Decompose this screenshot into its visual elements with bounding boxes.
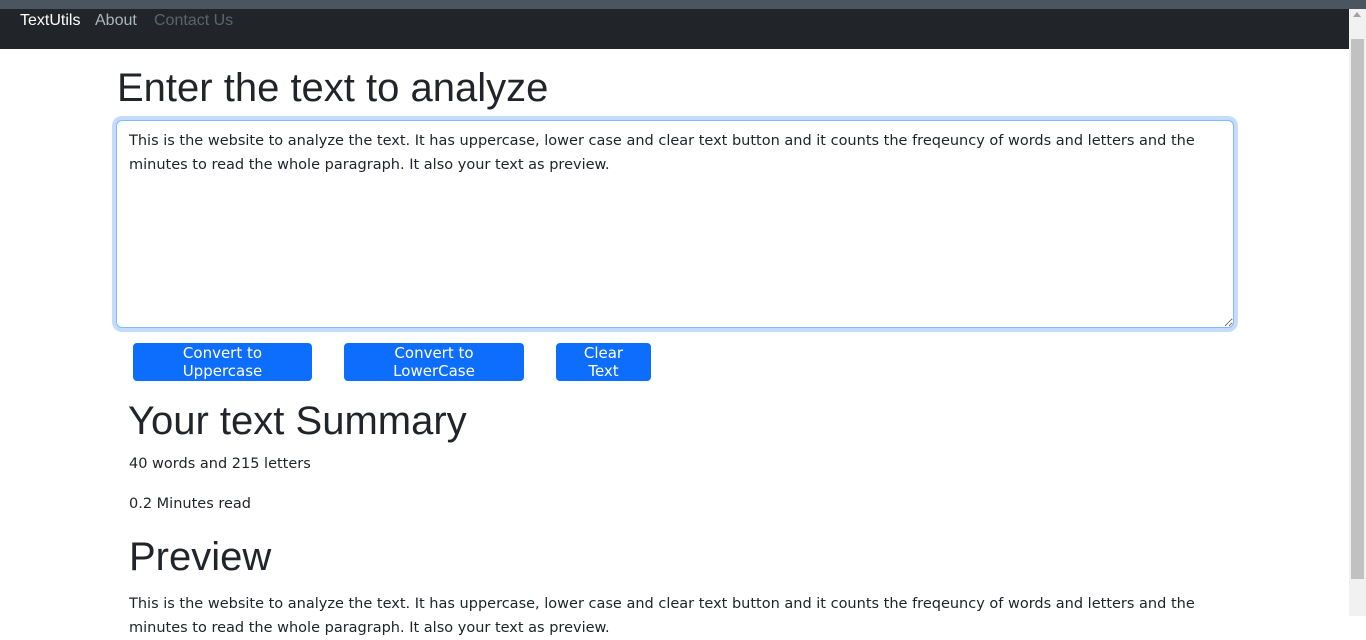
scroll-up-arrow-icon[interactable] [1353,12,1361,17]
clear-text-button[interactable]: Clear Text [556,343,651,381]
navbar-brand[interactable]: TextUtils [20,12,80,30]
convert-lowercase-button[interactable]: Convert to LowerCase [344,343,524,381]
scrollbar-thumb[interactable] [1351,39,1364,579]
page-scrollbar[interactable] [1349,9,1366,616]
text-input-area[interactable] [116,120,1234,328]
nav-link-contact[interactable]: Contact Us [154,12,233,30]
page-title: Enter the text to analyze [117,66,549,110]
summary-heading: Your text Summary [128,399,467,443]
navbar: TextUtils About Contact Us [0,9,1349,49]
browser-top-strip [0,0,1366,9]
minutes-read: 0.2 Minutes read [129,496,252,512]
word-letter-count: 40 words and 215 letters [129,456,311,472]
preview-heading: Preview [129,535,272,579]
nav-link-about[interactable]: About [95,12,137,30]
convert-uppercase-button[interactable]: Convert to Uppercase [133,343,312,381]
preview-text: This is the website to analyze the text.… [129,596,1195,636]
